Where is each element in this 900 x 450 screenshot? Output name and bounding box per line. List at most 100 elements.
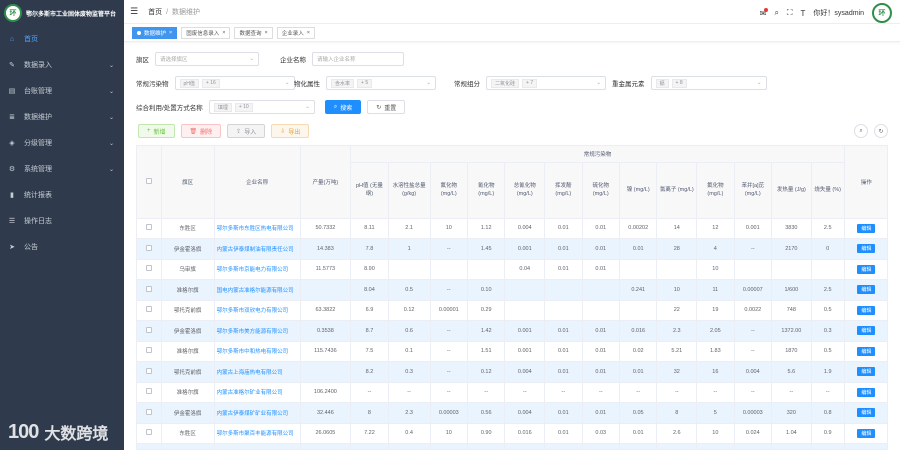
row-checkbox[interactable] <box>145 265 152 272</box>
edit-button[interactable]: 编辑 <box>857 305 876 315</box>
table-row[interactable]: 东胜区 鄂尔多斯市东胜区热电有限公司 50.7332 8.11 2.1 10 1.12 0.0… <box>137 218 887 239</box>
edit-button[interactable]: 编辑 <box>857 408 876 418</box>
sidebar-item[interactable]: ⌂ 首页 <box>0 26 124 52</box>
heavy-label: 重金属元素 <box>612 81 645 88</box>
tab-tag[interactable]: 数据查询 × <box>234 26 273 39</box>
reset-button[interactable]: ↻ 重置 <box>367 100 406 114</box>
checkbox[interactable] <box>145 177 152 184</box>
heavy-select[interactable]: 镉 + 8 ⌄ <box>650 76 767 90</box>
refresh-icon[interactable]: ↻ <box>874 124 888 138</box>
brand: 环 鄂尔多斯市工业固体废物监管平台 <box>0 0 124 26</box>
toggle-search-icon[interactable]: ⌕ <box>854 124 868 138</box>
table-row[interactable]: 乌审旗 鄂尔多斯市京能电力有限公司 11.5773 8.90 0.04 0.01 0.01 1… <box>137 259 887 280</box>
close-icon[interactable]: × <box>169 30 172 36</box>
avatar[interactable]: 环 <box>872 3 892 23</box>
sidebar-item[interactable]: ⚙ 系统管理 ⌄ <box>0 156 124 182</box>
hamburger-menu-icon[interactable]: ☰ <box>130 6 138 17</box>
edit-button[interactable]: 编辑 <box>857 285 876 295</box>
fullscreen-icon[interactable]: ⛶ <box>787 8 793 18</box>
company-link[interactable]: 内蒙古准格尔矿业有限公司 <box>214 382 301 403</box>
edit-button[interactable]: 编辑 <box>857 346 876 356</box>
close-icon[interactable]: × <box>222 30 225 36</box>
edit-button[interactable]: 编辑 <box>857 223 876 233</box>
company-link[interactable]: 内蒙古伊泰化工有限责任公司 <box>214 443 301 449</box>
tab-tag[interactable]: 数据维护 × <box>132 26 178 39</box>
chevron-down-icon: ⌄ <box>108 166 114 173</box>
sidebar-item[interactable]: ✎ 数据录入 ⌄ <box>0 52 124 78</box>
add-label: 新增 <box>153 129 166 136</box>
sidebar-item[interactable]: ▤ 台账管理 ⌄ <box>0 78 124 104</box>
table-row[interactable]: 东胜区 鄂尔多斯市聚百丰能源有限公司 26.0605 7.22 0.4 10 0.90 0.0… <box>137 423 887 444</box>
edit-button[interactable]: 编辑 <box>857 326 876 336</box>
search-button[interactable]: ⌕ 搜索 <box>324 100 362 114</box>
search-icon[interactable]: ⌕ <box>774 8 778 18</box>
close-icon[interactable]: × <box>264 30 267 36</box>
sidebar-item[interactable]: ▮ 统计报表 <box>0 182 124 208</box>
company-link[interactable]: 鄂尔多斯市京能电力有限公司 <box>214 259 301 280</box>
pollutant-select[interactable]: pH值 + 16 ⌄ <box>174 76 295 90</box>
sidebar-item[interactable]: ≣ 数据维护 ⌄ <box>0 104 124 130</box>
table-cell: 0.004 <box>504 361 546 383</box>
delete-button[interactable]: 🗑 删除 <box>180 124 222 138</box>
tab-tag[interactable]: 企业录入 × <box>276 26 315 39</box>
edit-button[interactable]: 编辑 <box>857 244 876 254</box>
company-input[interactable]: 请输入企业名称 <box>312 52 404 66</box>
row-checkbox[interactable] <box>145 388 152 395</box>
company-link[interactable]: 鄂尔多斯市东胜区热电有限公司 <box>214 218 301 239</box>
company-link[interactable]: 内蒙古上海庙热电有限公司 <box>214 361 301 383</box>
import-button[interactable]: ⇪ 导入 <box>227 124 266 138</box>
company-link[interactable]: 鄂尔多斯市中和热电有限公司 <box>214 341 301 362</box>
row-checkbox[interactable] <box>145 326 152 333</box>
table-row[interactable]: 鄂托克前旗 鄂尔多斯市双欣电力有限公司 63.3822 6.9 0.12 0.00001 0… <box>137 300 887 321</box>
sidebar-item[interactable]: ◈ 分级管理 ⌄ <box>0 130 124 156</box>
table-cell: 0.001 <box>504 238 546 260</box>
table-row[interactable]: 准格尔旗 鄂尔多斯市中和热电有限公司 115.7436 7.5 0.1 -- 1.51 0.0… <box>137 341 887 362</box>
row-checkbox-cell <box>137 382 162 403</box>
edit-button[interactable]: 编辑 <box>857 428 876 438</box>
table-row[interactable]: 准格尔旗 国电内蒙古准格尔能源有限公司 8.04 0.5 -- 0.10 0.241 10 11… <box>137 279 887 301</box>
table-row[interactable]: 伊金霍洛旗 内蒙古伊泰煤制油有限责任公司 14.383 7.8 1 -- 1.45 0.001… <box>137 238 887 260</box>
row-checkbox[interactable] <box>145 408 152 415</box>
edit-button[interactable]: 编辑 <box>857 264 876 274</box>
table-row[interactable]: 鄂托克前旗 内蒙古上海庙热电有限公司 8.2 0.3 -- 0.12 0.004 0.01 0.… <box>137 361 887 383</box>
breadcrumb-home[interactable]: 首页 <box>148 9 162 16</box>
table-row[interactable]: 伊金霍洛旗内蒙古伊泰化工有限责任公司 编辑 <box>137 443 887 449</box>
physchem-select[interactable]: 含水率 + 5 ⌄ <box>326 76 436 90</box>
user-greeting[interactable]: 你好！sysadmin <box>813 8 864 18</box>
sidebar-item[interactable]: ➤ 公告 <box>0 234 124 260</box>
row-checkbox[interactable] <box>145 224 152 231</box>
company-link[interactable]: 鄂尔多斯市双欣电力有限公司 <box>214 300 301 321</box>
company-link[interactable]: 国电内蒙古准格尔能源有限公司 <box>214 279 301 301</box>
company-link[interactable]: 内蒙古伊泰煤矿矿业有限公司 <box>214 402 301 424</box>
row-checkbox[interactable] <box>145 429 152 436</box>
disposal-select[interactable]: 填埋 + 10 ⌄ <box>208 100 315 114</box>
close-icon[interactable]: × <box>307 30 310 36</box>
region-select[interactable]: 请选择旗区 ⌄ <box>155 52 259 66</box>
font-size-icon[interactable]: T <box>801 9 806 18</box>
add-button[interactable]: + 新增 <box>138 124 175 138</box>
mail-icon[interactable]: ✉ <box>760 7 769 18</box>
table-cell: 0.01 <box>544 238 583 260</box>
edit-button[interactable]: 编辑 <box>857 387 876 397</box>
table-cell: -- <box>734 238 773 260</box>
table-row[interactable]: 伊金霍洛旗 内蒙古伊泰煤矿矿业有限公司 32.446 8 2.3 0.00003 0.56 0… <box>137 402 887 424</box>
row-checkbox[interactable] <box>145 244 152 251</box>
active-dot-icon <box>137 30 141 35</box>
tab-tag[interactable]: 固废信息录入 × <box>181 26 231 39</box>
table-cell: -- <box>430 361 468 383</box>
company-link[interactable]: 鄂尔多斯市聚百丰能源有限公司 <box>214 423 301 444</box>
edit-button[interactable]: 编辑 <box>857 367 876 377</box>
row-checkbox[interactable] <box>145 306 152 313</box>
table-row[interactable]: 准格尔旗 内蒙古准格尔矿业有限公司 106.2400 -- -- -- -- -- -- -- --… <box>137 382 887 403</box>
sidebar-item[interactable]: ☰ 操作日志 <box>0 208 124 234</box>
row-checkbox[interactable] <box>145 285 152 292</box>
table-cell: -- <box>430 320 468 342</box>
row-checkbox[interactable] <box>145 367 152 374</box>
conventional-select[interactable]: 二氧化硅 + 7 ⌄ <box>486 76 606 90</box>
table-row[interactable]: 伊金霍洛旗 鄂尔多斯市美方能源有限公司 0.3538 8.7 0.6 -- 1.42 0.00… <box>137 320 887 342</box>
company-link[interactable]: 内蒙古伊泰煤制油有限责任公司 <box>214 238 301 260</box>
export-button[interactable]: ⇩ 导出 <box>271 124 310 138</box>
table-cell: 0.01 <box>582 361 621 383</box>
company-link[interactable]: 鄂尔多斯市美方能源有限公司 <box>214 320 301 342</box>
row-checkbox[interactable] <box>145 347 152 354</box>
